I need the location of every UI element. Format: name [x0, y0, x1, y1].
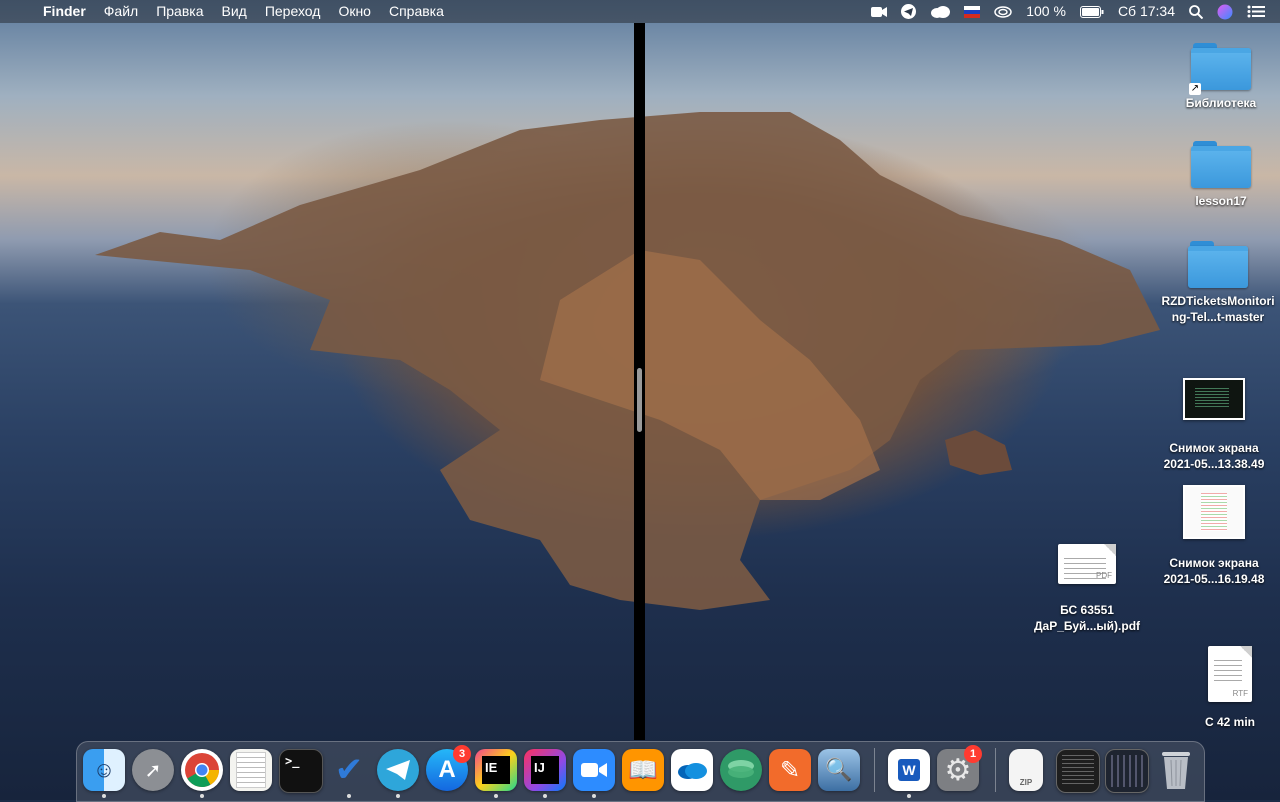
dock-recent-screenshot-2[interactable] — [1105, 749, 1149, 793]
rtf-document-icon: RTF — [1208, 646, 1252, 702]
screenshot-icon — [1111, 755, 1143, 787]
dock-onedrive[interactable] — [671, 749, 713, 791]
pdf-document-icon: PDF — [1058, 544, 1116, 584]
dock-finder[interactable]: ☺ — [83, 749, 125, 791]
dock-separator — [995, 748, 996, 792]
pen-icon: ✎ — [779, 756, 801, 784]
dock-separator — [874, 748, 875, 792]
dock-zoom[interactable] — [573, 749, 615, 791]
desktop-item-label: Снимок экрана 2021-05...16.19.48 — [1163, 556, 1265, 586]
menu-go[interactable]: Переход — [256, 0, 330, 23]
running-indicator — [543, 794, 547, 798]
dock-tasks[interactable]: ✔ — [328, 749, 370, 791]
running-indicator — [102, 794, 106, 798]
dock-launchpad[interactable]: ➚ — [132, 749, 174, 791]
menu-bar: Finder Файл Правка Вид Переход Окно Спра… — [0, 0, 1280, 23]
paper-plane-icon — [386, 760, 410, 780]
screenshot-thumbnail-icon — [1183, 378, 1245, 420]
menu-help[interactable]: Справка — [380, 0, 453, 23]
book-icon: 📖 — [628, 756, 658, 784]
menu-app-name[interactable]: Finder — [34, 0, 95, 23]
desktop-item-pdf[interactable]: PDF БС 63551 ДаР_Буй...ый).pdf — [1027, 544, 1147, 634]
desktop-item-screenshot-2[interactable]: Снимок экрана 2021-05...16.19.48 — [1154, 485, 1274, 587]
dock-pycharm[interactable]: IE — [475, 749, 517, 791]
folder-icon — [1191, 141, 1251, 189]
running-indicator — [592, 794, 596, 798]
cloud-status-icon[interactable] — [923, 5, 957, 18]
trash-icon — [1162, 752, 1190, 789]
desktop-item-library[interactable]: ↗ Библиотека — [1161, 43, 1280, 111]
desktop-item-label: lesson17 — [1195, 194, 1247, 208]
desktop-item-lesson17[interactable]: lesson17 — [1161, 141, 1280, 209]
dock-terminal[interactable]: >_ — [279, 749, 323, 793]
dock-recent-screenshot[interactable] — [1056, 749, 1100, 793]
rocket-icon: ➚ — [144, 759, 162, 782]
screenshot-icon — [1062, 755, 1094, 787]
video-camera-icon — [581, 763, 607, 777]
folder-icon: ↗ — [1189, 43, 1251, 95]
cloud-icon — [678, 763, 707, 779]
running-indicator — [907, 794, 911, 798]
dock-sketch-pen[interactable]: ✎ — [769, 749, 811, 791]
running-indicator — [200, 794, 204, 798]
dock-chrome[interactable] — [181, 749, 223, 791]
dock-telegram[interactable] — [377, 749, 419, 791]
desktop-item-label: RZDTicketsMonitoring-Tel...t-master — [1161, 294, 1275, 324]
dock-textedit[interactable] — [230, 749, 272, 791]
checkmark-icon: ✔ — [334, 751, 364, 789]
photos-icon: 🔍 — [825, 757, 853, 782]
screenshot-thumbnail-icon — [1183, 485, 1245, 539]
input-source-flag-icon[interactable] — [957, 5, 987, 18]
menu-view[interactable]: Вид — [213, 0, 256, 23]
menu-edit[interactable]: Правка — [147, 0, 212, 23]
zoom-status-icon[interactable] — [864, 6, 894, 18]
appstore-icon: A — [438, 756, 456, 783]
dock-preview[interactable]: 🔍 — [818, 749, 860, 791]
word-icon: W — [898, 759, 920, 781]
dock-intellij[interactable]: IJ — [524, 749, 566, 791]
ide-icon: IJ — [531, 756, 559, 784]
notification-center-icon[interactable] — [1240, 5, 1272, 18]
dock-word[interactable]: W — [888, 749, 930, 791]
split-view-handle[interactable] — [637, 368, 642, 432]
running-indicator — [347, 794, 351, 798]
dock-maps-layers[interactable] — [720, 749, 762, 791]
notification-badge: 3 — [453, 745, 471, 763]
telegram-status-icon[interactable] — [894, 4, 923, 19]
dock-zip-archive[interactable]: ZIP — [1009, 749, 1043, 791]
battery-icon[interactable] — [1073, 5, 1111, 18]
zip-icon: ZIP — [1019, 778, 1033, 787]
desktop-item-screenshot-1[interactable]: Снимок экрана 2021-05...13.38.49 — [1154, 378, 1274, 472]
running-indicator — [494, 794, 498, 798]
menu-file[interactable]: Файл — [95, 0, 147, 23]
menu-window[interactable]: Окно — [329, 0, 380, 23]
desktop-item-rtf[interactable]: RTF С 42 min — [1170, 646, 1280, 730]
dock-trash[interactable] — [1155, 749, 1197, 791]
running-indicator — [396, 794, 400, 798]
desktop-item-label: БС 63551 ДаР_Буй...ый).pdf — [1033, 603, 1141, 633]
notification-badge: 1 — [964, 745, 982, 763]
layers-icon — [728, 760, 754, 778]
siri-icon[interactable] — [1210, 4, 1240, 20]
folder-icon — [1188, 241, 1248, 289]
ide-icon: IE — [482, 756, 510, 784]
battery-percent[interactable]: 100 % — [1019, 0, 1073, 23]
alias-arrow-icon: ↗ — [1189, 83, 1201, 95]
dock-books[interactable]: 📖 — [622, 749, 664, 791]
finder-icon: ☺ — [92, 757, 116, 782]
vpn-status-icon[interactable] — [987, 5, 1019, 19]
spotlight-search-icon[interactable] — [1182, 4, 1210, 19]
desktop-item-rzd-tickets[interactable]: RZDTicketsMonitoring-Tel...t-master — [1159, 241, 1277, 325]
desktop-item-label: Снимок экрана 2021-05...13.38.49 — [1163, 441, 1265, 471]
desktop-item-label: С 42 min — [1204, 715, 1255, 729]
terminal-icon: >_ — [285, 754, 300, 768]
chrome-icon — [185, 753, 219, 787]
desktop-item-label: Библиотека — [1185, 96, 1257, 110]
notepad-icon — [236, 752, 266, 788]
menu-clock[interactable]: Сб 17:34 — [1111, 0, 1182, 23]
